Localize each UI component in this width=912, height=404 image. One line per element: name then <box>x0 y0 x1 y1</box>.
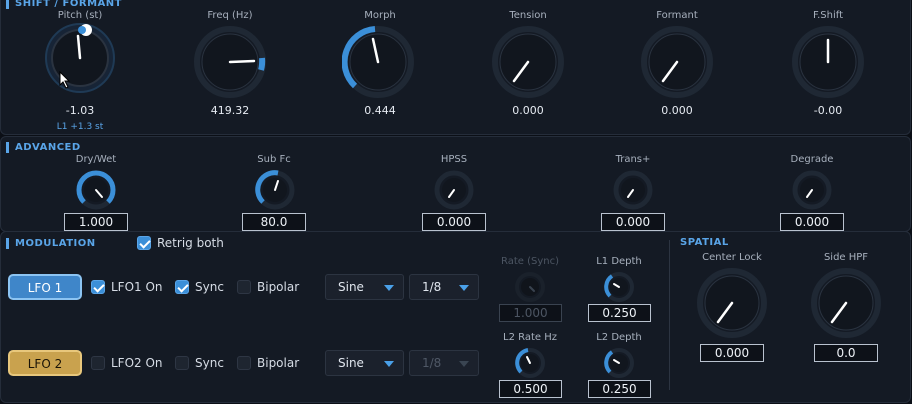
section-title-advanced: ADVANCED <box>6 142 81 153</box>
degrade-knob[interactable] <box>792 170 832 210</box>
retrig-both-checkbox[interactable] <box>137 236 151 250</box>
drywet-label: Dry/Wet <box>75 154 117 165</box>
l1-depth-value-box[interactable]: 0.250 <box>588 304 651 322</box>
retrig-both-label: Retrig both <box>157 236 224 250</box>
section-title-modulation: MODULATION <box>6 238 96 249</box>
hpss-knob[interactable] <box>434 170 474 210</box>
trans-label: Trans+ <box>615 154 651 165</box>
fshift-knob[interactable] <box>792 26 864 98</box>
lfo1-sync-label: Sync <box>195 280 224 294</box>
pitch-knob[interactable] <box>44 22 116 94</box>
morph-value: 0.444 <box>364 104 396 117</box>
hpss-value-box[interactable]: 0.000 <box>422 213 486 231</box>
lfo1-shape-dropdown[interactable]: Sine <box>325 274 404 300</box>
lfo2-shape-value: Sine <box>338 356 364 370</box>
tension-label: Tension <box>509 10 547 21</box>
chevron-down-icon <box>459 361 469 367</box>
fshift-value: -0.00 <box>813 104 843 117</box>
section-title-shift-formant: SHIFT / FORMANT <box>6 0 122 9</box>
lfo2-button[interactable]: LFO 2 <box>8 350 82 376</box>
lfo1-rate-value: 1/8 <box>422 280 442 294</box>
lfo2-on-label: LFO2 On <box>111 356 163 370</box>
formant-knob[interactable] <box>641 26 713 98</box>
trans-knob[interactable] <box>613 170 653 210</box>
l2-depth-label: L2 Depth <box>596 332 642 343</box>
lfo1-sync-checkbox[interactable] <box>175 280 189 294</box>
tension-knob[interactable] <box>492 26 564 98</box>
pitch-mod-readout: L1 +1.3 st <box>56 122 104 132</box>
subfc-value-box[interactable]: 80.0 <box>242 213 306 231</box>
tension-value: 0.000 <box>512 104 544 117</box>
chevron-down-icon <box>384 285 394 291</box>
l2-rate-label: L2 Rate Hz <box>503 332 557 343</box>
center-lock-label: Center Lock <box>702 252 762 263</box>
lfo2-bipolar-checkbox[interactable] <box>237 356 251 370</box>
lfo1-rate-dropdown[interactable]: 1/8 <box>409 274 479 300</box>
shift-formant-panel <box>0 0 911 135</box>
freq-knob[interactable] <box>194 26 266 98</box>
l2-rate-value-box[interactable]: 0.500 <box>499 380 562 398</box>
freq-value: 419.32 <box>210 104 250 117</box>
l2-depth-value-box[interactable]: 0.250 <box>588 380 651 398</box>
subfc-label: Sub Fc <box>257 154 291 165</box>
lfo2-bipolar-label: Bipolar <box>257 356 300 370</box>
lfo1-bipolar-label: Bipolar <box>257 280 300 294</box>
pitch-label: Pitch (st) <box>57 10 103 21</box>
l2-depth-knob[interactable] <box>604 348 634 378</box>
modulation-panel <box>0 231 911 403</box>
pitch-value: -1.03 <box>65 104 95 117</box>
section-title-spatial: SPATIAL <box>680 237 729 248</box>
side-hpf-label: Side HPF <box>823 252 869 263</box>
l2-rate-knob[interactable] <box>515 348 545 378</box>
degrade-value-box[interactable]: 0.000 <box>780 213 844 231</box>
formant-label: Formant <box>656 10 698 21</box>
subfc-knob[interactable] <box>255 170 295 210</box>
lfo1-bipolar-checkbox[interactable] <box>237 280 251 294</box>
side-hpf-knob[interactable] <box>811 268 881 338</box>
fshift-label: F.Shift <box>812 10 844 21</box>
drywet-knob[interactable] <box>76 170 116 210</box>
formant-value: 0.000 <box>661 104 693 117</box>
lfo1-on-label: LFO1 On <box>111 280 163 294</box>
center-lock-knob[interactable] <box>697 268 767 338</box>
chevron-down-icon <box>459 285 469 291</box>
mouse-cursor-icon <box>59 71 71 89</box>
morph-knob[interactable] <box>342 26 414 98</box>
l1-depth-knob[interactable] <box>604 272 634 302</box>
lfo2-shape-dropdown[interactable]: Sine <box>325 350 404 376</box>
rate-sync-value-box[interactable]: 1.000 <box>499 304 562 322</box>
lfo2-on-checkbox[interactable] <box>91 356 105 370</box>
degrade-label: Degrade <box>790 154 834 165</box>
lfo2-rate-dropdown[interactable]: 1/8 <box>409 350 479 376</box>
lfo1-button[interactable]: LFO 1 <box>8 274 82 300</box>
drywet-value-box[interactable]: 1.000 <box>64 213 128 231</box>
spatial-divider <box>669 240 670 390</box>
lfo1-shape-value: Sine <box>338 280 364 294</box>
lfo2-rate-value: 1/8 <box>422 356 442 370</box>
side-hpf-value-box[interactable]: 0.0 <box>814 344 878 362</box>
morph-label: Morph <box>364 10 396 21</box>
l1-depth-label: L1 Depth <box>596 256 642 267</box>
rate-sync-label: Rate (Sync) <box>500 256 559 267</box>
rate-sync-knob[interactable] <box>515 272 545 302</box>
lfo2-sync-label: Sync <box>195 356 224 370</box>
lfo1-on-checkbox[interactable] <box>91 280 105 294</box>
hpss-label: HPSS <box>440 154 468 165</box>
trans-value-box[interactable]: 0.000 <box>601 213 665 231</box>
chevron-down-icon <box>384 361 394 367</box>
center-lock-value-box[interactable]: 0.000 <box>700 344 764 362</box>
freq-label: Freq (Hz) <box>207 10 253 21</box>
lfo2-sync-checkbox[interactable] <box>175 356 189 370</box>
